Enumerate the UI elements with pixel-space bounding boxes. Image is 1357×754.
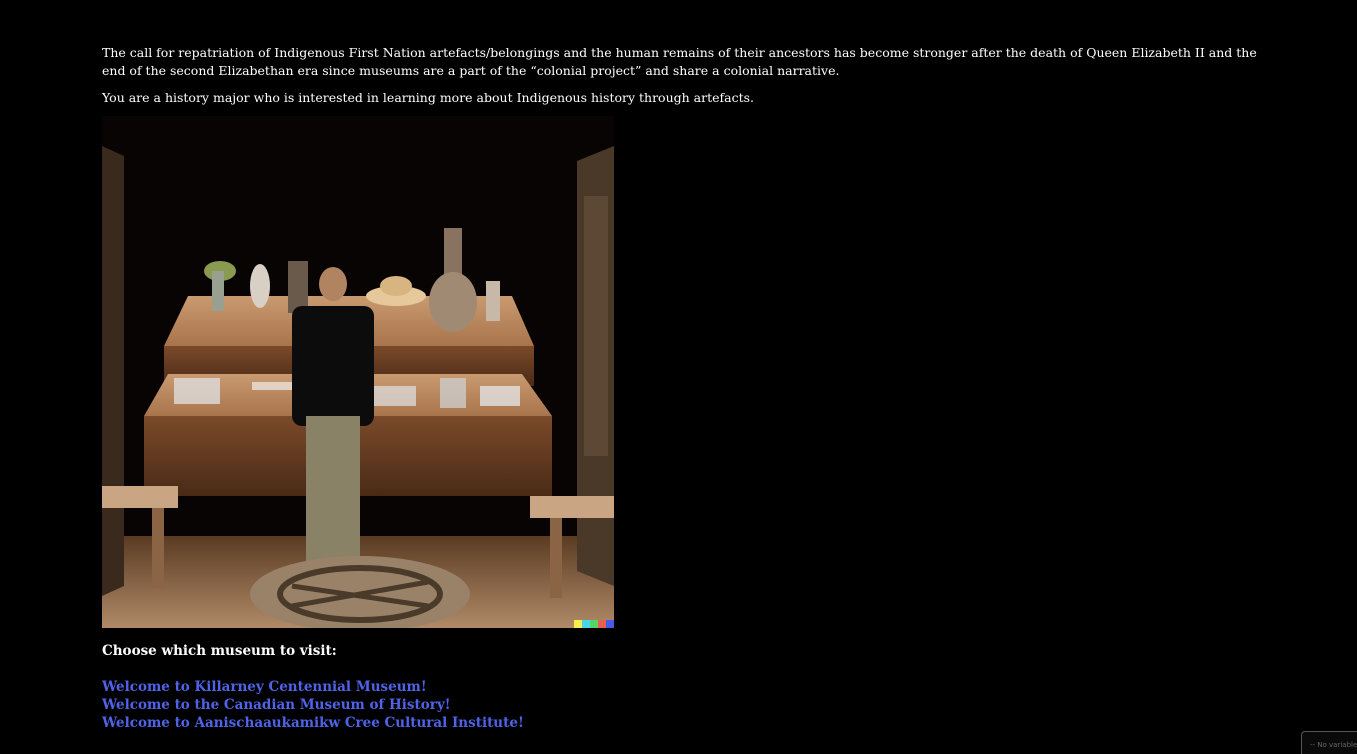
story-passage: The call for repatriation of Indigenous … — [102, 44, 1262, 116]
museum-illustration — [102, 116, 614, 628]
museum-choice-links: Welcome to Killarney Centennial Museum! … — [102, 678, 524, 732]
link-killarney-centennial-museum[interactable]: Welcome to Killarney Centennial Museum! — [102, 678, 524, 696]
link-aanischaaukamikw-cree-cultural-institute[interactable]: Welcome to Aanischaaukamikw Cree Cultura… — [102, 714, 524, 732]
passage-paragraph-1: The call for repatriation of Indigenous … — [102, 45, 1257, 78]
story-page: The call for repatriation of Indigenous … — [0, 0, 1357, 754]
debug-variable-panel-tab[interactable]: -- No variable — [1301, 731, 1357, 754]
choice-prompt: Choose which museum to visit: — [102, 643, 337, 659]
link-canadian-museum-of-history[interactable]: Welcome to the Canadian Museum of Histor… — [102, 696, 524, 714]
debug-variable-label: -- No variable — [1310, 741, 1357, 749]
passage-paragraph-2: You are a history major who is intereste… — [102, 90, 754, 105]
museum-scene-image — [102, 116, 614, 628]
